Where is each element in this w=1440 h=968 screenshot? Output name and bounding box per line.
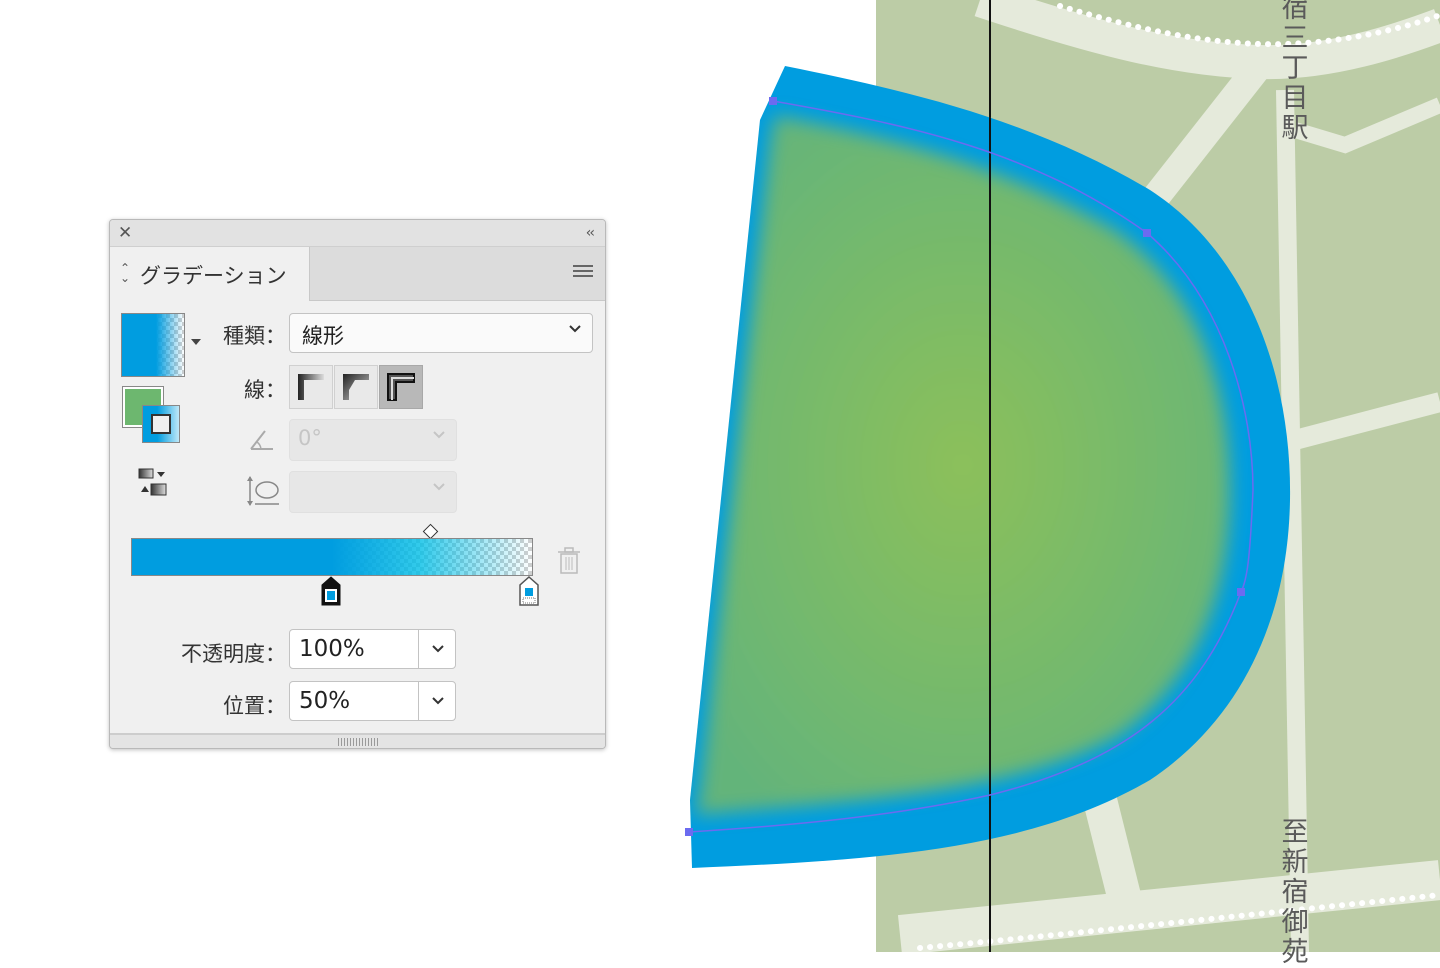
opacity-combo[interactable]: 100% [289, 629, 456, 669]
swatch-dropdown-arrow-icon[interactable] [191, 339, 201, 345]
chevron-down-icon[interactable] [431, 694, 445, 708]
stroke-within-icon [298, 374, 324, 400]
chevron-down-icon [569, 325, 581, 333]
trash-icon[interactable] [557, 547, 581, 575]
type-label: 種類： [223, 324, 286, 348]
panel-title: グラデーション [140, 264, 287, 288]
stroke-along-button[interactable] [334, 365, 378, 409]
stroke-label: 線： [244, 378, 286, 402]
reverse-gradient-icon[interactable] [138, 468, 168, 498]
angle-dropdown[interactable]: 0° [289, 419, 457, 461]
chevron-down-icon[interactable] [431, 642, 445, 656]
angle-icon [250, 430, 273, 450]
position-combo[interactable]: 50% [289, 681, 456, 721]
stroke-within-button[interactable] [289, 365, 333, 409]
opacity-value[interactable]: 100% [299, 636, 365, 662]
chevron-down-icon [433, 483, 445, 491]
stroke-swatch[interactable] [142, 405, 180, 443]
type-dropdown[interactable]: 線形 [289, 313, 593, 353]
gradient-panel: ✕ ‹‹ ⌃ ⌄ グラデーション 種類： 線形 線： 0° 不透明度： 100%… [109, 219, 606, 749]
position-value[interactable]: 50% [299, 688, 350, 714]
stroke-along-icon [343, 374, 369, 400]
anchor-point[interactable] [1237, 588, 1245, 596]
aspect-ratio-icon [247, 476, 279, 506]
angle-value: 0° [298, 426, 322, 450]
panel-resize-bar[interactable] [110, 733, 605, 748]
map-direction-label: 至新宿御苑 [1281, 817, 1309, 968]
chevron-down-icon [433, 431, 445, 439]
panel-titlebar[interactable]: ✕ ‹‹ [110, 220, 605, 247]
anchor-point[interactable] [685, 828, 693, 836]
tab-gradient[interactable]: ⌃ ⌄ グラデーション [110, 247, 310, 301]
double-chevron-left-icon[interactable]: ‹‹ [586, 223, 595, 243]
hamburger-menu-icon[interactable] [573, 265, 593, 279]
gradient-stop-1[interactable] [321, 576, 341, 606]
aspect-dropdown[interactable] [289, 471, 457, 513]
stroke-across-icon [387, 373, 415, 401]
close-icon[interactable]: ✕ [118, 223, 132, 243]
anchor-point[interactable] [769, 97, 777, 105]
gradient-stop-2[interactable] [519, 576, 539, 606]
anchor-point[interactable] [1143, 229, 1151, 237]
updown-arrows-icon[interactable]: ⌃ ⌄ [120, 262, 130, 284]
opacity-label: 不透明度： [181, 642, 286, 666]
gradient-midpoint-marker[interactable] [422, 523, 439, 540]
map-station-label: 宿三丁目駅 [1281, 0, 1309, 144]
resize-grip-icon[interactable] [338, 738, 378, 746]
stroke-across-button[interactable] [379, 365, 423, 409]
gradient-slider-bar[interactable] [131, 538, 533, 576]
position-label: 位置： [223, 694, 286, 718]
gradient-preview-swatch[interactable] [121, 313, 185, 377]
type-value: 線形 [302, 324, 344, 348]
panel-tab-row: ⌃ ⌄ グラデーション [110, 247, 605, 301]
